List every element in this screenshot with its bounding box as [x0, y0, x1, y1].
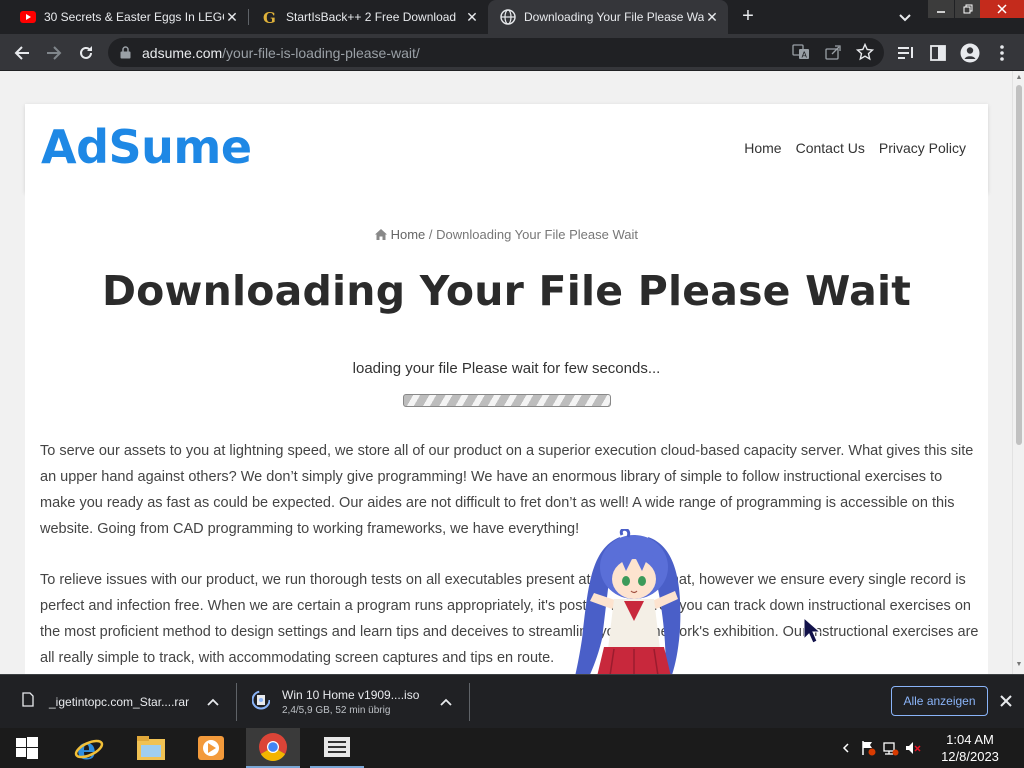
close-tab-icon[interactable]: ✕: [224, 9, 240, 26]
mouse-cursor-icon: [803, 617, 822, 644]
restore-icon[interactable]: [955, 0, 981, 18]
tab-separator: [248, 9, 249, 25]
testing-paragraph: To relieve issues with our product, we r…: [40, 572, 979, 666]
tab-adsume[interactable]: Downloading Your File Please Wait - ✕: [488, 0, 728, 34]
scroll-up-icon[interactable]: ▲: [1015, 74, 1023, 82]
download-item-rar[interactable]: _igetintopc.com_Star....rar: [22, 675, 232, 729]
intro-paragraph: To serve our assets to you at lightning …: [40, 443, 974, 537]
scroll-down-icon[interactable]: ▼: [1015, 661, 1023, 669]
breadcrumb: Home / Downloading Your File Please Wait: [25, 227, 988, 242]
reload-icon[interactable]: [74, 41, 98, 65]
breadcrumb-separator: /: [425, 227, 437, 242]
media-player-icon[interactable]: [184, 728, 238, 768]
loading-message: loading your file Please wait for few se…: [352, 360, 661, 377]
share-icon[interactable]: [824, 44, 842, 65]
svg-text:A: A: [802, 51, 808, 60]
close-tab-icon[interactable]: ✕: [704, 9, 720, 26]
nav-privacy-link[interactable]: Privacy Policy: [879, 140, 966, 156]
tab-startisback[interactable]: G StartIsBack++ 2 Free Download ✕: [250, 0, 488, 34]
page-title: Downloading Your File Please Wait: [101, 267, 912, 315]
chrome-taskbar-icon[interactable]: [246, 728, 300, 768]
chevron-up-icon[interactable]: [205, 694, 221, 710]
clock-date: 12/8/2023: [941, 749, 999, 764]
url-path: /your-file-is-loading-please-wait/: [222, 45, 420, 61]
globe-icon: [500, 9, 516, 25]
chevron-down-icon[interactable]: [896, 8, 914, 26]
breadcrumb-home-link[interactable]: Home: [391, 227, 426, 242]
bookmark-star-icon[interactable]: [855, 42, 875, 66]
tray-expand-icon[interactable]: [838, 740, 854, 756]
windows-taskbar: e 1:04 AM 12/8/2023: [0, 728, 1024, 768]
address-bar[interactable]: adsume.com/your-file-is-loading-please-w…: [108, 38, 884, 67]
back-icon[interactable]: [10, 41, 34, 65]
chevron-up-icon[interactable]: [438, 694, 454, 710]
site-logo[interactable]: AdSume: [41, 120, 252, 174]
system-clock[interactable]: 1:04 AM 12/8/2023: [930, 731, 1010, 765]
youtube-icon: [20, 9, 36, 25]
action-flag-icon[interactable]: [860, 740, 876, 756]
nav-home-link[interactable]: Home: [744, 140, 781, 156]
media-queue-icon[interactable]: [894, 41, 918, 65]
url-text[interactable]: adsume.com/your-file-is-loading-please-w…: [142, 45, 420, 61]
internet-explorer-icon[interactable]: e: [62, 728, 116, 768]
tab-strip: 30 Secrets & Easter Eggs In LEGO FO ✕ G …: [0, 0, 1024, 34]
start-button[interactable]: [0, 728, 54, 768]
new-tab-icon[interactable]: +: [738, 6, 758, 28]
network-icon[interactable]: [883, 740, 899, 756]
clock-time: 1:04 AM: [946, 732, 994, 747]
web-page: AdSume Home Contact Us Privacy Policy Ho…: [0, 71, 1012, 674]
close-window-icon[interactable]: [980, 0, 1024, 18]
svg-text:G: G: [263, 9, 276, 25]
scrollbar-thumb[interactable]: [1016, 85, 1022, 445]
site-header: AdSume Home Contact Us Privacy Policy: [25, 104, 988, 193]
loading-progress-bar: [403, 394, 611, 407]
menu-kebab-icon[interactable]: [990, 41, 1014, 65]
getintopc-icon: G: [262, 9, 278, 25]
disc-image-icon: [251, 690, 271, 715]
page-scrollbar[interactable]: ▲ ▼: [1012, 71, 1024, 674]
volume-muted-icon[interactable]: [905, 740, 921, 756]
main-nav: Home Contact Us Privacy Policy: [744, 140, 966, 156]
progress-fill: [404, 395, 610, 406]
app-window-icon[interactable]: [310, 728, 364, 768]
download-status: 2,4/5,9 GB, 52 min übrig: [282, 705, 391, 716]
lock-icon[interactable]: [120, 46, 131, 64]
close-tab-icon[interactable]: ✕: [464, 9, 480, 26]
anime-mascot-image: [575, 529, 681, 674]
main-content: Home / Downloading Your File Please Wait…: [25, 193, 988, 674]
download-separator: [469, 683, 470, 721]
minimize-icon[interactable]: [928, 0, 954, 18]
home-icon: [374, 227, 391, 242]
translate-icon[interactable]: A: [792, 44, 810, 65]
windows-logo-icon: [16, 737, 38, 759]
nav-contact-link[interactable]: Contact Us: [796, 140, 865, 156]
file-explorer-icon[interactable]: [124, 728, 178, 768]
file-icon: [22, 692, 34, 712]
tab-title: StartIsBack++ 2 Free Download: [286, 10, 457, 24]
download-shelf: _igetintopc.com_Star....rar Win 10 Home …: [0, 674, 1024, 728]
profile-avatar-icon[interactable]: [958, 41, 982, 65]
download-item-iso[interactable]: Win 10 Home v1909....iso 2,4/5,9 GB, 52 …: [251, 675, 442, 729]
close-icon[interactable]: [998, 693, 1014, 709]
download-filename: Win 10 Home v1909....iso: [282, 688, 420, 702]
tab-title: 30 Secrets & Easter Eggs In LEGO FO: [44, 10, 224, 24]
tab-youtube[interactable]: 30 Secrets & Easter Eggs In LEGO FO ✕: [8, 0, 248, 34]
download-separator: [236, 683, 237, 721]
url-host: adsume.com: [142, 45, 223, 61]
forward-icon[interactable]: [42, 41, 66, 65]
browser-toolbar: adsume.com/your-file-is-loading-please-w…: [0, 34, 1024, 71]
tab-title: Downloading Your File Please Wait -: [524, 10, 704, 24]
side-panel-icon[interactable]: [926, 41, 950, 65]
breadcrumb-current: Downloading Your File Please Wait: [436, 227, 638, 242]
download-filename: _igetintopc.com_Star....rar: [49, 695, 190, 709]
show-all-downloads-button[interactable]: Alle anzeigen: [891, 686, 988, 716]
